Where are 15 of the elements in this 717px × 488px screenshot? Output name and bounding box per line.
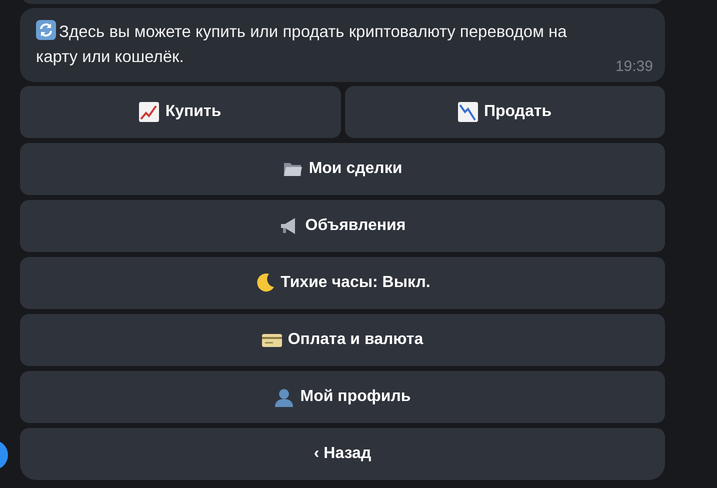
- moon-icon: [254, 273, 275, 293]
- keyboard-button[interactable]: ‹ Назад: [20, 428, 665, 480]
- refresh-icon: [36, 20, 56, 40]
- keyboard-button[interactable]: Оплата и валюта: [20, 314, 665, 366]
- keyboard-button[interactable]: Купить: [20, 86, 340, 138]
- keyboard-button[interactable]: Продать: [344, 86, 665, 138]
- message-text: Здесь вы можете купить или продать криптовалюту переводом на карту или кошелёк.: [36, 20, 576, 70]
- keyboard-button[interactable]: Мой профиль: [20, 371, 665, 423]
- keyboard-button[interactable]: Тихие часы: Выкл.: [20, 257, 665, 309]
- keyboard-button[interactable]: Мои сделки: [20, 143, 665, 195]
- chart-down-icon: [458, 102, 478, 122]
- keyboard-button[interactable]: Объявления: [20, 200, 665, 252]
- person-icon: [274, 387, 294, 407]
- chart-up-icon: [139, 102, 160, 122]
- message-time: 19:39: [615, 58, 653, 75]
